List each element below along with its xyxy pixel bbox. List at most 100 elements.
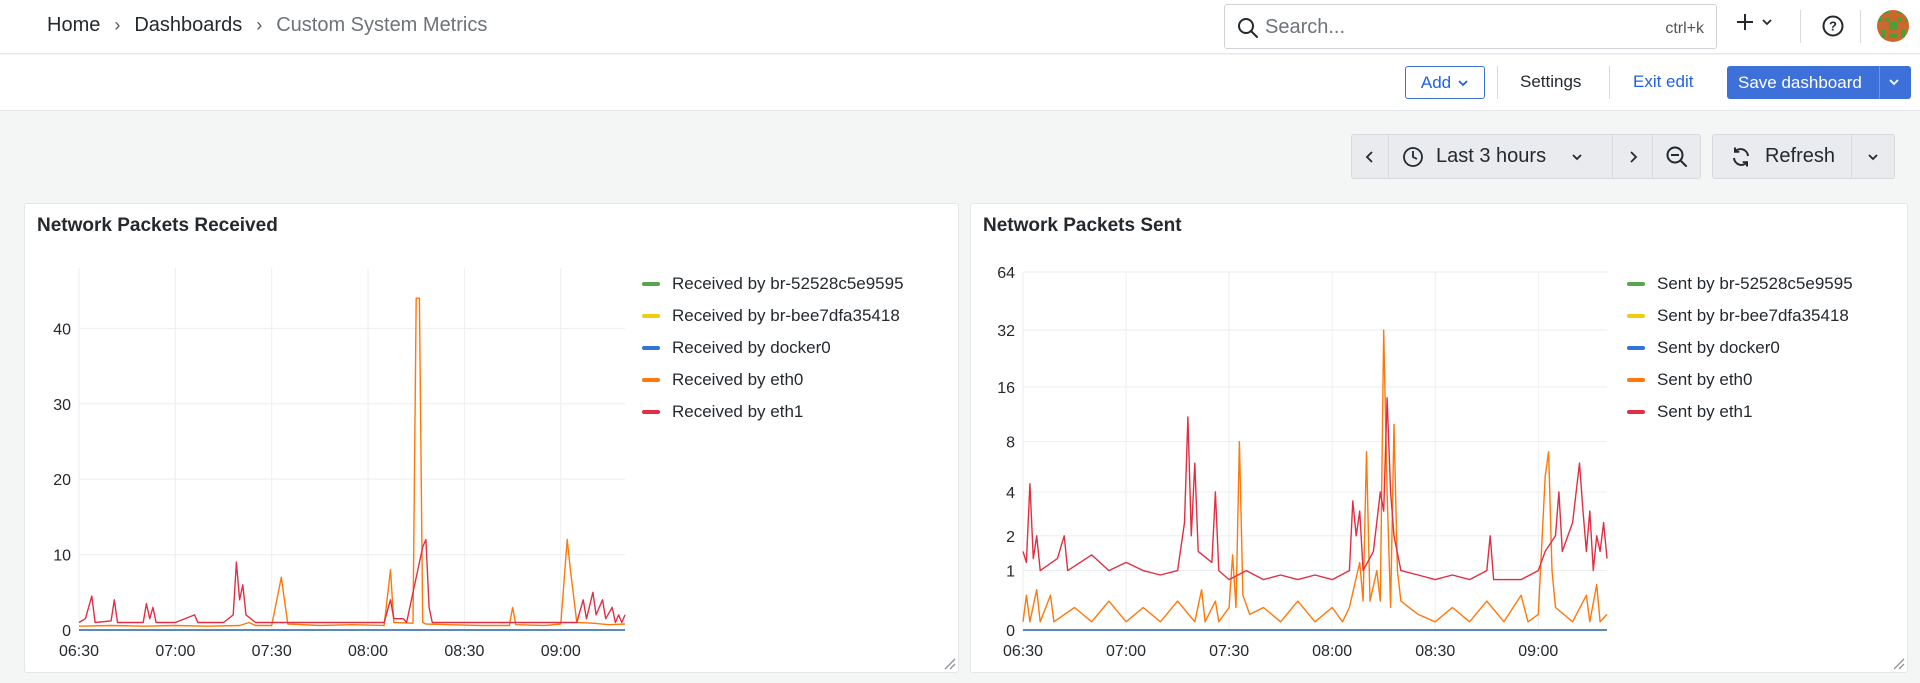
search-placeholder: Search... [1265,16,1346,38]
x-tick-label: 08:30 [1415,643,1455,660]
settings-button[interactable]: Settings [1520,72,1581,92]
time-range-label: Last 3 hours [1436,145,1547,167]
time-back-button[interactable] [1352,135,1389,178]
series-line-received-by-eth1 [78,538,626,624]
breadcrumb-home[interactable]: Home [47,14,100,37]
y-tick-label: 1 [1006,564,1015,581]
legend-item[interactable]: Received by eth0 [642,364,904,396]
search-shortcut: ctrl+k [1665,20,1704,37]
chevron-down-icon [1868,153,1878,160]
y-tick-label: 0 [1006,623,1015,640]
panel-title: Network Packets Received [37,215,278,236]
zoom-out-icon [1666,146,1687,167]
x-tick-label: 08:00 [348,643,388,660]
y-tick-label: 20 [53,472,71,489]
x-tick-label: 07:00 [155,643,195,660]
x-tick-label: 07:30 [252,643,292,660]
legend-swatch [642,282,660,286]
legend-item[interactable]: Received by br-52528c5e9595 [642,268,904,300]
x-tick-label: 07:30 [1209,643,1249,660]
y-tick-label: 2 [1006,529,1015,546]
refresh-label: Refresh [1764,145,1836,167]
avatar[interactable] [1877,10,1909,42]
chevron-down-icon [1572,153,1582,160]
divider [1800,10,1801,43]
resize-handle-icon[interactable] [1891,656,1905,670]
refresh-picker: Refresh [1712,134,1895,179]
panel-network-packets-received[interactable]: 0 10 20 30 40 06:30 07:00 07:30 08:00 08:30 09:00 … [24,203,959,673]
search-input[interactable]: Search... ctrl+k [1224,4,1717,49]
resize-handle-icon[interactable] [942,656,956,670]
legend-item[interactable]: Sent by docker0 [1627,332,1853,364]
refresh-interval-button[interactable] [1852,135,1894,178]
y-tick-label: 0 [62,623,71,640]
new-menu-button[interactable] [1734,11,1774,33]
help-icon[interactable]: ? [1821,14,1845,38]
x-tick-label: 09:00 [541,643,581,660]
chevron-right-icon: › [256,15,263,35]
x-tick-label: 06:30 [1003,643,1043,660]
legend-item[interactable]: Sent by eth0 [1627,364,1853,396]
y-tick-label: 16 [997,380,1015,397]
series-line-sent-by-eth0 [1022,329,1608,623]
x-tick-label: 06:30 [59,643,99,660]
legend-swatch [1627,282,1645,286]
y-tick-label: 32 [997,323,1015,340]
x-tick-label: 08:00 [1312,643,1352,660]
plus-icon [1737,14,1753,30]
legend-swatch [642,410,660,414]
dashboard-edit-toolbar: Add Settings Exit edit Save dashboard [0,55,1920,111]
legend-swatch [642,378,660,382]
breadcrumb-current: Custom System Metrics [276,14,488,36]
legend-label: Sent by br-52528c5e9595 [1657,274,1853,293]
y-tick-label: 40 [53,321,71,338]
legend-swatch [1627,346,1645,350]
legend-swatch [642,346,660,350]
exit-edit-button[interactable]: Exit edit [1633,72,1693,92]
chevron-down-icon[interactable] [1887,75,1901,89]
legend-item[interactable]: Sent by br-52528c5e9595 [1627,268,1853,300]
legend-label: Sent by br-bee7dfa35418 [1657,306,1849,325]
save-dashboard-button[interactable]: Save dashboard [1727,66,1911,99]
time-range-picker: Last 3 hours [1351,134,1701,179]
chevron-right-icon [1629,150,1637,163]
legend-label: Sent by eth0 [1657,370,1753,389]
divider [1609,66,1610,99]
add-button[interactable]: Add [1405,66,1485,99]
refresh-icon [1732,147,1749,166]
legend-swatch [642,314,660,318]
refresh-button[interactable]: Refresh [1713,135,1852,178]
breadcrumb-dashboards[interactable]: Dashboards [134,14,242,37]
divider [1497,66,1498,99]
top-navbar: Home › Dashboards › Custom System Metric… [0,0,1920,54]
y-tick-label: 64 [997,265,1015,282]
legend-item[interactable]: Received by br-bee7dfa35418 [642,300,904,332]
legend-label: Sent by docker0 [1657,338,1780,357]
legend-swatch [1627,314,1645,318]
legend-item[interactable]: Sent by eth1 [1627,396,1853,428]
divider [1879,66,1880,99]
y-tick-label: 30 [53,397,71,414]
save-dashboard-label: Save dashboard [1738,73,1862,92]
panel-title: Network Packets Sent [983,215,1182,236]
time-forward-button[interactable] [1613,135,1653,178]
divider [1860,10,1861,43]
chevron-down-icon [1762,19,1772,26]
panel-network-packets-sent[interactable]: 0 1 2 4 8 16 32 64 06:30 07:00 07:30 08:00 08:30 09:0… [970,203,1908,673]
zoom-out-button[interactable] [1653,135,1700,178]
legend-swatch [1627,410,1645,414]
legend-swatch [1627,378,1645,382]
svg-text:?: ? [1829,19,1837,34]
series-line-sent-by-eth1 [1022,397,1608,581]
chart-legend: Sent by br-52528c5e9595 Sent by br-bee7d… [1627,268,1853,428]
time-range-button[interactable]: Last 3 hours [1389,135,1613,178]
legend-item[interactable]: Sent by br-bee7dfa35418 [1627,300,1853,332]
legend-item[interactable]: Received by eth1 [642,396,904,428]
legend-label: Received by docker0 [672,338,831,357]
legend-item[interactable]: Received by docker0 [642,332,904,364]
legend-label: Sent by eth1 [1657,402,1753,421]
x-tick-label: 09:00 [1518,643,1558,660]
legend-label: Received by eth0 [672,370,804,389]
legend-label: Received by br-52528c5e9595 [672,274,904,293]
chevron-down-icon [1458,79,1468,86]
